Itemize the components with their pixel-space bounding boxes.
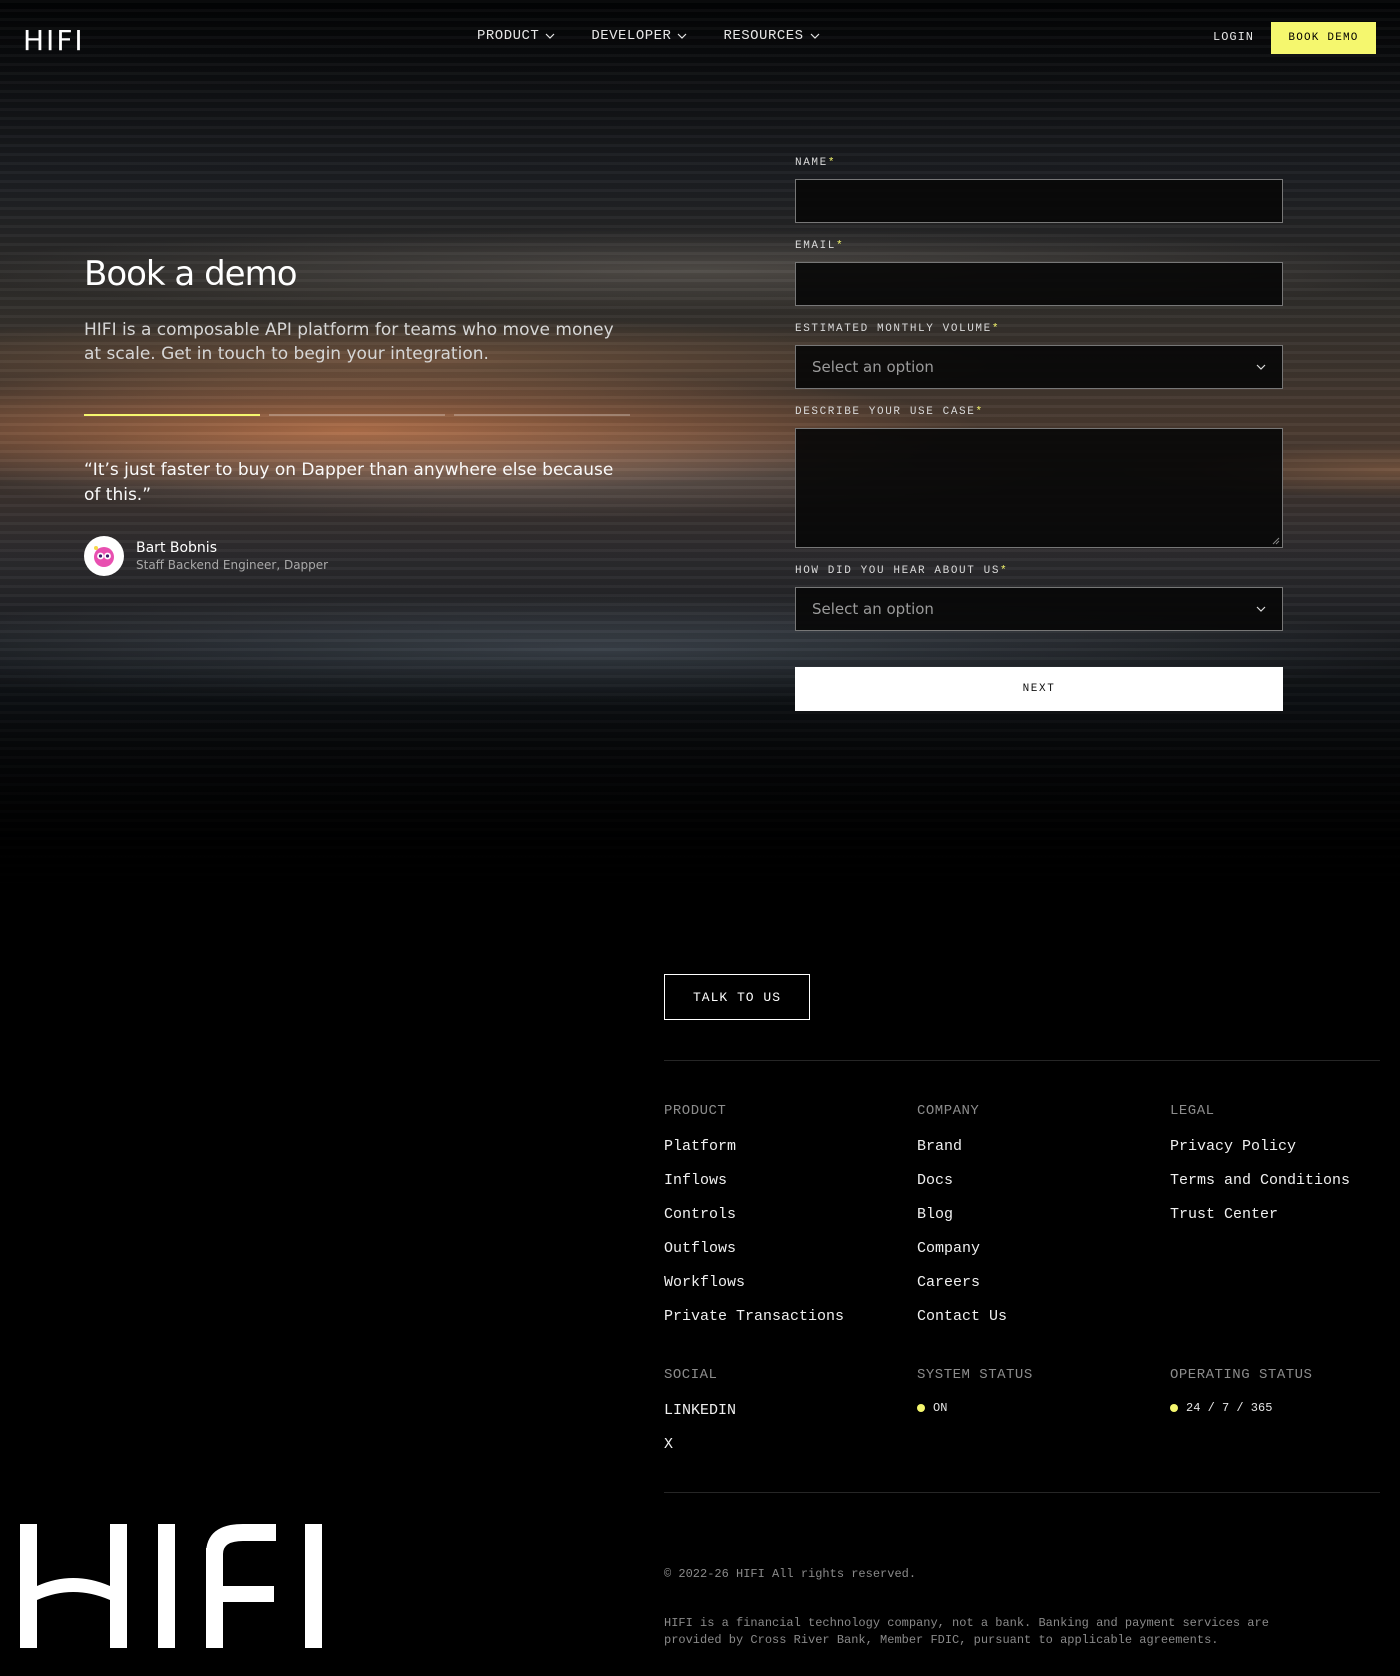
testimonial-author: Bart Bobnis Staff Backend Engineer, Dapp…	[84, 536, 328, 576]
footer-social-column: SOCIAL LINKEDIN X	[664, 1367, 736, 1453]
resize-handle-icon[interactable]	[1272, 537, 1280, 545]
email-label-text: EMAIL	[795, 240, 837, 252]
volume-placeholder: Select an option	[812, 358, 934, 376]
nav-product[interactable]: PRODUCT	[477, 28, 555, 44]
footer-divider-bottom	[664, 1492, 1380, 1493]
footer-link-careers[interactable]: Careers	[917, 1274, 1007, 1291]
status-dot-icon	[1170, 1404, 1178, 1412]
footer-system-status: SYSTEM STATUS ON	[917, 1367, 1033, 1415]
footer-link-trust[interactable]: Trust Center	[1170, 1206, 1350, 1223]
chevron-down-icon	[810, 33, 819, 39]
required-mark: *	[836, 240, 845, 252]
chevron-down-icon	[678, 33, 687, 39]
system-status-indicator: ON	[917, 1401, 1033, 1415]
footer-legal-column: LEGAL Privacy Policy Terms and Condition…	[1170, 1103, 1350, 1223]
required-mark: *	[975, 406, 984, 418]
site-header: HIFI PRODUCT DEVELOPER RESOURCES LOGIN B…	[0, 0, 1400, 74]
nav-resources-label: RESOURCES	[723, 28, 804, 44]
operating-status-value: 24 / 7 / 365	[1186, 1401, 1273, 1415]
footer-product-heading: PRODUCT	[664, 1103, 727, 1119]
login-link[interactable]: LOGIN	[1213, 30, 1254, 44]
dapper-avatar-icon	[94, 546, 114, 567]
footer-link-private-transactions[interactable]: Private Transactions	[664, 1308, 844, 1325]
testimonial-progress	[84, 414, 630, 416]
footer-link-blog[interactable]: Blog	[917, 1206, 1007, 1223]
footer-link-workflows[interactable]: Workflows	[664, 1274, 844, 1291]
name-label-text: NAME	[795, 157, 828, 169]
footer-company-heading: COMPANY	[917, 1103, 980, 1119]
required-mark: *	[827, 157, 837, 169]
system-status-value: ON	[933, 1401, 948, 1415]
name-label: NAME*	[795, 157, 1283, 171]
hear-label: HOW DID YOU HEAR ABOUT US*	[795, 565, 1283, 579]
required-mark: *	[1000, 565, 1009, 577]
footer-operating-status: OPERATING STATUS 24 / 7 / 365	[1170, 1367, 1312, 1415]
avatar	[84, 536, 124, 576]
nav-resources[interactable]: RESOURCES	[723, 28, 819, 44]
talk-to-us-button[interactable]: TALK TO US	[664, 974, 810, 1020]
hear-placeholder: Select an option	[812, 600, 934, 618]
testimonial-quote: “It’s just faster to buy on Dapper than …	[84, 460, 614, 505]
footer-product-column: PRODUCT Platform Inflows Controls Outflo…	[664, 1103, 844, 1325]
volume-label-text: ESTIMATED MONTHLY VOLUME	[795, 323, 992, 335]
chevron-down-icon	[1256, 606, 1266, 612]
demo-form: NAME* EMAIL* ESTIMATED MONTHLY VOLUME* S…	[795, 157, 1283, 711]
footer-legal-heading: LEGAL	[1170, 1103, 1215, 1119]
page-title: Book a demo	[84, 254, 297, 294]
footer-company-column: COMPANY Brand Docs Blog Company Careers …	[917, 1103, 1007, 1325]
footer-link-inflows[interactable]: Inflows	[664, 1172, 844, 1189]
footer-link-docs[interactable]: Docs	[917, 1172, 1007, 1189]
volume-label: ESTIMATED MONTHLY VOLUME*	[795, 323, 1283, 337]
name-input[interactable]	[795, 179, 1283, 223]
copyright: © 2022-26 HIFI All rights reserved.	[664, 1567, 917, 1581]
hear-label-text: HOW DID YOU HEAR ABOUT US	[795, 565, 1001, 577]
footer-link-contact[interactable]: Contact Us	[917, 1308, 1007, 1325]
footer-link-terms[interactable]: Terms and Conditions	[1170, 1172, 1350, 1189]
book-demo-button[interactable]: BOOK DEMO	[1271, 22, 1376, 54]
volume-select[interactable]: Select an option	[795, 345, 1283, 389]
footer-divider	[664, 1060, 1380, 1061]
footer-link-controls[interactable]: Controls	[664, 1206, 844, 1223]
operating-status-indicator: 24 / 7 / 365	[1170, 1401, 1312, 1415]
email-label: EMAIL*	[795, 240, 1283, 254]
progress-bar-3[interactable]	[454, 414, 630, 416]
chevron-down-icon	[1256, 364, 1266, 370]
usecase-label-text: DESCRIBE YOUR USE CASE	[795, 406, 976, 418]
next-button[interactable]: NEXT	[795, 667, 1283, 711]
footer-link-privacy[interactable]: Privacy Policy	[1170, 1138, 1350, 1155]
footer-link-outflows[interactable]: Outflows	[664, 1240, 844, 1257]
disclaimer: HIFI is a financial technology company, …	[664, 1616, 1269, 1647]
author-info: Bart Bobnis Staff Backend Engineer, Dapp…	[136, 540, 328, 572]
footer-link-linkedin[interactable]: LINKEDIN	[664, 1402, 736, 1419]
footer-link-x[interactable]: X	[664, 1436, 736, 1453]
required-mark: *	[991, 323, 1001, 335]
footer-link-company[interactable]: Company	[917, 1240, 1007, 1257]
nav-developer[interactable]: DEVELOPER	[591, 28, 687, 44]
operating-status-heading: OPERATING STATUS	[1170, 1367, 1313, 1383]
progress-bar-1[interactable]	[84, 414, 260, 416]
chevron-down-icon	[545, 33, 555, 39]
footer-link-platform[interactable]: Platform	[664, 1138, 844, 1155]
footer-social-heading: SOCIAL	[664, 1367, 718, 1383]
nav-developer-label: DEVELOPER	[591, 28, 672, 44]
system-status-heading: SYSTEM STATUS	[917, 1367, 1033, 1383]
main-nav: PRODUCT DEVELOPER RESOURCES	[477, 28, 856, 44]
author-name: Bart Bobnis	[136, 540, 217, 556]
footer-link-brand[interactable]: Brand	[917, 1138, 1007, 1155]
hear-select[interactable]: Select an option	[795, 587, 1283, 631]
hero-subtitle: HIFI is a composable API platform for te…	[84, 320, 614, 364]
logo[interactable]: HIFI	[23, 24, 85, 57]
status-dot-icon	[917, 1404, 925, 1412]
nav-product-label: PRODUCT	[477, 28, 540, 44]
email-input[interactable]	[795, 262, 1283, 306]
author-role: Staff Backend Engineer, Dapper	[136, 558, 329, 572]
usecase-label: DESCRIBE YOUR USE CASE*	[795, 406, 1283, 420]
usecase-textarea[interactable]	[795, 428, 1283, 548]
progress-bar-2[interactable]	[269, 414, 445, 416]
footer-logo	[20, 1524, 322, 1648]
